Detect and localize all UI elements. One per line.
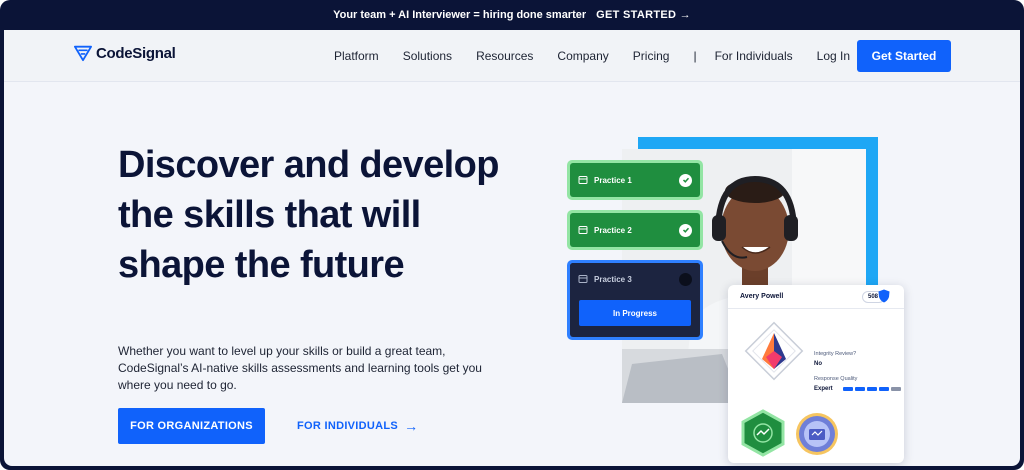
- pending-status-icon: [679, 272, 692, 286]
- practice-card-3[interactable]: Practice 3 In Progress: [567, 260, 703, 340]
- in-progress-button[interactable]: In Progress: [579, 300, 691, 326]
- for-organizations-button[interactable]: FOR ORGANIZATIONS: [118, 408, 265, 444]
- response-quality-label: Response Quality: [814, 376, 858, 382]
- quality-meter-segment: [867, 387, 877, 391]
- logo-text: CodeSignal: [96, 44, 176, 62]
- top-navigation: CodeSignal Platform Solutions Resources …: [4, 30, 1020, 82]
- for-individuals-label: FOR INDIVIDUALS: [297, 420, 399, 432]
- nav-item-for-individuals[interactable]: For Individuals: [715, 49, 793, 63]
- shield-icon: [878, 289, 890, 303]
- nav-item-resources[interactable]: Resources: [476, 49, 533, 63]
- nav-menu: Platform Solutions Resources Company Pri…: [334, 30, 850, 82]
- check-circle-icon: [679, 223, 692, 237]
- nav-item-solutions[interactable]: Solutions: [403, 49, 452, 63]
- integrity-review-label: Integrity Review?: [814, 351, 857, 357]
- nav-item-pricing[interactable]: Pricing: [633, 49, 670, 63]
- practice-card-2[interactable]: Practice 2: [567, 210, 703, 250]
- landing-page: CodeSignal Platform Solutions Resources …: [4, 30, 1020, 466]
- practice-card-1-label: Practice 1: [594, 175, 632, 185]
- profile-card-header: Avery Powell 508: [728, 285, 904, 309]
- practice-card-2-body: Practice 2: [570, 213, 700, 247]
- get-started-button[interactable]: Get Started: [857, 40, 951, 72]
- browser-frame: Your team + AI Interviewer = hiring done…: [0, 0, 1024, 470]
- calendar-icon: [578, 176, 588, 184]
- banner-get-started-link[interactable]: GET STARTED →: [596, 9, 691, 21]
- practice-card-3-header: Practice 3: [570, 263, 700, 295]
- codesignal-logo-icon: [74, 45, 92, 62]
- banner-text: Your team + AI Interviewer = hiring done…: [333, 9, 587, 21]
- integrity-review-value: No: [814, 361, 822, 367]
- nav-separator: |: [693, 49, 697, 63]
- practice-card-3-label: Practice 3: [594, 274, 632, 284]
- hero-title: Discover and develop the skills that wil…: [118, 144, 499, 286]
- response-quality-value: Expert: [814, 386, 833, 392]
- response-quality-meter: [843, 387, 901, 391]
- candidate-profile-card: Avery Powell 508 Integrity Review? No Re…: [728, 285, 904, 463]
- nav-item-platform[interactable]: Platform: [334, 49, 379, 63]
- skill-diamond-badge-icon: [744, 321, 804, 381]
- candidate-name: Avery Powell: [740, 293, 784, 300]
- for-individuals-link[interactable]: FOR INDIVIDUALS →: [297, 418, 418, 434]
- quality-meter-segment: [855, 387, 865, 391]
- hero-subtitle: Whether you want to level up your skills…: [118, 344, 482, 392]
- quality-meter-segment: [879, 387, 889, 391]
- arrow-right-icon: →: [404, 418, 419, 434]
- calendar-icon: [578, 275, 588, 283]
- practice-card-2-label: Practice 2: [594, 225, 632, 235]
- quality-meter-segment: [843, 387, 853, 391]
- practice-card-1-body: Practice 1: [570, 163, 700, 197]
- skill-score-value: 508: [868, 294, 879, 300]
- calendar-icon: [578, 226, 588, 234]
- nav-item-login[interactable]: Log In: [817, 49, 850, 63]
- quality-meter-segment: [891, 387, 901, 391]
- check-circle-icon: [679, 173, 692, 187]
- circle-skill-badge-icon: [796, 413, 838, 455]
- codesignal-logo[interactable]: CodeSignal: [74, 44, 176, 62]
- practice-card-1[interactable]: Practice 1: [567, 160, 703, 200]
- announcement-banner: Your team + AI Interviewer = hiring done…: [0, 0, 1024, 30]
- hexagon-skill-badge-icon: [741, 409, 785, 457]
- nav-item-company[interactable]: Company: [557, 49, 608, 63]
